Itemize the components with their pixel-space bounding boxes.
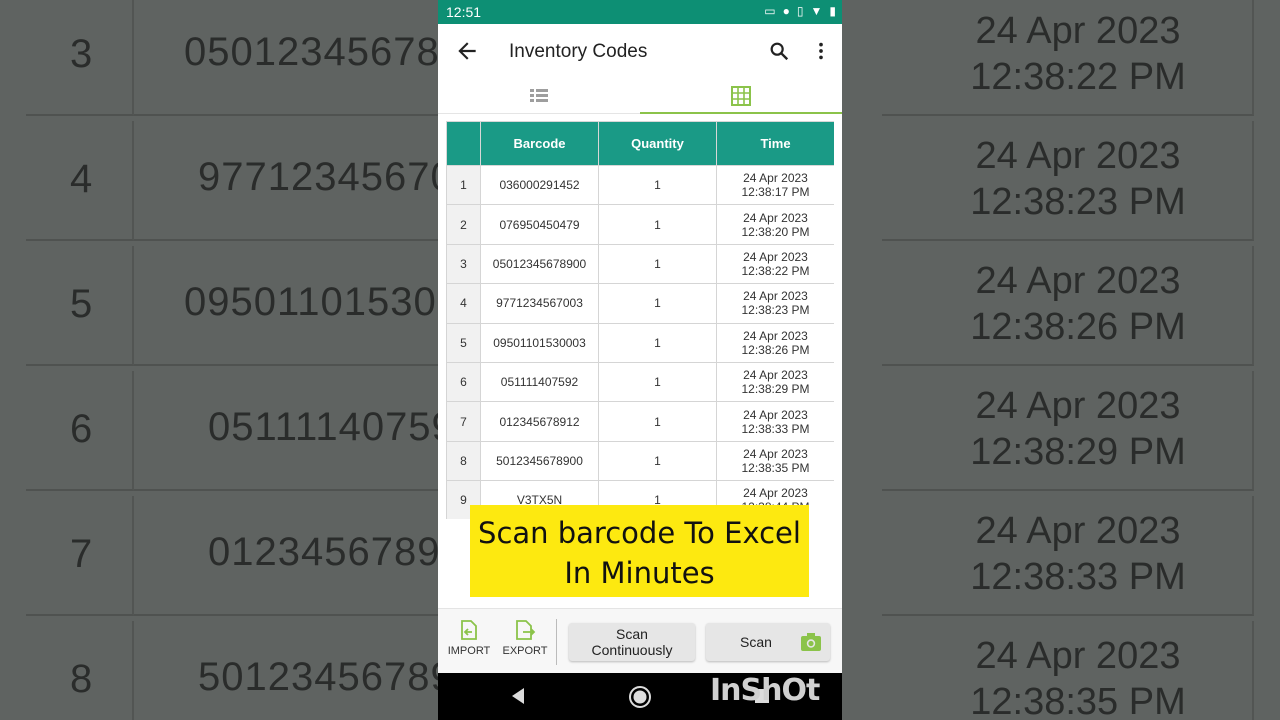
scan-button[interactable]: Scan bbox=[706, 623, 830, 661]
row-time[interactable]: 24 Apr 2023 12:38:26 PM bbox=[716, 322, 834, 363]
import-button[interactable]: IMPORT bbox=[444, 619, 494, 667]
status-icons: ▭ ● ▯ ▼ ▮ bbox=[764, 4, 836, 18]
scan-label: Scan bbox=[740, 634, 772, 650]
bg-time: 24 Apr 2023 12:38:23 PM bbox=[970, 135, 1186, 223]
row-index: 5 bbox=[446, 322, 481, 363]
list-view-icon bbox=[530, 89, 548, 102]
row-time[interactable]: 24 Apr 2023 12:38:23 PM bbox=[716, 283, 834, 324]
more-vert-icon[interactable] bbox=[810, 40, 832, 62]
table-row[interactable]: 7 012345678912 1 24 Apr 2023 12:38:33 PM bbox=[446, 401, 834, 442]
divider bbox=[556, 619, 557, 665]
bg-time: 24 Apr 2023 12:38:33 PM bbox=[970, 510, 1186, 598]
import-label: IMPORT bbox=[447, 645, 491, 657]
view-tabs bbox=[438, 80, 842, 114]
tab-list-view[interactable] bbox=[438, 80, 640, 114]
row-time[interactable]: 24 Apr 2023 12:38:17 PM bbox=[716, 164, 834, 206]
grid-view-icon bbox=[731, 86, 751, 106]
export-label: EXPORT bbox=[502, 645, 548, 657]
bg-num: 3 bbox=[70, 32, 93, 76]
mic-icon: ● bbox=[782, 4, 790, 18]
scan-continuously-button[interactable]: Scan Continuously bbox=[569, 623, 695, 661]
table-row[interactable]: 6 051111407592 1 24 Apr 2023 12:38:29 PM bbox=[446, 361, 834, 403]
row-quantity[interactable]: 1 bbox=[598, 164, 717, 206]
row-barcode[interactable]: 5012345678900 bbox=[480, 440, 599, 482]
row-barcode[interactable]: 012345678912 bbox=[480, 401, 599, 442]
battery-icon: ▮ bbox=[829, 4, 836, 18]
status-bar: 12:51 ▭ ● ▯ ▼ ▮ bbox=[438, 0, 842, 24]
row-time[interactable]: 24 Apr 2023 12:38:33 PM bbox=[716, 401, 834, 442]
header-time[interactable]: Time bbox=[716, 121, 834, 166]
bg-time: 24 Apr 2023 12:38:35 PM bbox=[970, 635, 1186, 720]
row-index: 2 bbox=[446, 204, 481, 245]
row-quantity[interactable]: 1 bbox=[598, 440, 717, 482]
page-title: Inventory Codes bbox=[509, 41, 648, 62]
cast-icon: ▭ bbox=[764, 4, 776, 18]
table-row[interactable]: 4 9771234567003 1 24 Apr 2023 12:38:23 PM bbox=[446, 283, 834, 324]
tab-grid-view[interactable] bbox=[640, 80, 842, 114]
row-index: 6 bbox=[446, 361, 481, 403]
row-barcode[interactable]: 036000291452 bbox=[480, 164, 599, 206]
banner-text: Scan barcode To Excel In Minutes bbox=[478, 516, 801, 590]
bg-barcode: 977123456700 bbox=[198, 155, 477, 199]
row-index: 7 bbox=[446, 401, 481, 442]
bg-time: 24 Apr 2023 12:38:26 PM bbox=[970, 260, 1186, 348]
row-time[interactable]: 24 Apr 2023 12:38:20 PM bbox=[716, 204, 834, 245]
table-row[interactable]: 3 05012345678900 1 24 Apr 2023 12:38:22 P… bbox=[446, 243, 834, 285]
header-barcode[interactable]: Barcode bbox=[480, 121, 599, 166]
bg-time: 24 Apr 2023 12:38:22 PM bbox=[970, 10, 1186, 98]
vibrate-icon: ▯ bbox=[796, 4, 804, 18]
app-bar: Inventory Codes bbox=[438, 24, 842, 80]
row-quantity[interactable]: 1 bbox=[598, 361, 717, 403]
nav-back-icon[interactable] bbox=[510, 687, 526, 705]
system-nav-bar: InShOt bbox=[438, 673, 842, 720]
row-index: 8 bbox=[446, 440, 481, 482]
row-barcode[interactable]: 05012345678900 bbox=[480, 243, 599, 285]
table-row[interactable]: 5 09501101530003 1 24 Apr 2023 12:38:26 P… bbox=[446, 322, 834, 363]
bg-time: 24 Apr 2023 12:38:29 PM bbox=[970, 385, 1186, 473]
row-index: 4 bbox=[446, 283, 481, 324]
row-barcode[interactable]: 051111407592 bbox=[480, 361, 599, 403]
bottom-action-bar: IMPORT EXPORT Scan Continuously Scan bbox=[438, 608, 842, 673]
export-button[interactable]: EXPORT bbox=[500, 619, 550, 667]
bg-num: 7 bbox=[70, 532, 93, 576]
table-header-row: Barcode Quantity Time bbox=[446, 121, 834, 166]
header-quantity[interactable]: Quantity bbox=[598, 121, 717, 166]
export-icon bbox=[516, 620, 536, 640]
row-quantity[interactable]: 1 bbox=[598, 322, 717, 363]
bg-num: 8 bbox=[70, 657, 93, 701]
table-row[interactable]: 8 5012345678900 1 24 Apr 2023 12:38:35 PM bbox=[446, 440, 834, 482]
bg-num: 4 bbox=[70, 157, 93, 201]
row-quantity[interactable]: 1 bbox=[598, 204, 717, 245]
table-row[interactable]: 2 076950450479 1 24 Apr 2023 12:38:20 PM bbox=[446, 204, 834, 245]
back-arrow-icon[interactable] bbox=[454, 38, 480, 64]
bg-num: 5 bbox=[70, 282, 93, 326]
camera-icon bbox=[801, 633, 821, 651]
row-time[interactable]: 24 Apr 2023 12:38:29 PM bbox=[716, 361, 834, 403]
inventory-table: Barcode Quantity Time 1 036000291452 1 2… bbox=[446, 121, 834, 519]
row-quantity[interactable]: 1 bbox=[598, 243, 717, 285]
row-time[interactable]: 24 Apr 2023 12:38:22 PM bbox=[716, 243, 834, 285]
nav-home-icon[interactable] bbox=[628, 685, 652, 709]
status-time: 12:51 bbox=[446, 4, 482, 20]
row-barcode[interactable]: 9771234567003 bbox=[480, 283, 599, 324]
wifi-icon: ▼ bbox=[810, 4, 823, 18]
inshot-watermark: InShOt bbox=[710, 673, 820, 708]
row-index: 3 bbox=[446, 243, 481, 285]
bg-num: 6 bbox=[70, 407, 93, 451]
import-icon bbox=[461, 620, 477, 640]
promo-banner: Scan barcode To Excel In Minutes bbox=[470, 505, 809, 597]
row-time[interactable]: 24 Apr 2023 12:38:35 PM bbox=[716, 440, 834, 482]
row-index: 1 bbox=[446, 164, 481, 206]
row-barcode[interactable]: 09501101530003 bbox=[480, 322, 599, 363]
row-quantity[interactable]: 1 bbox=[598, 283, 717, 324]
search-icon[interactable] bbox=[768, 40, 790, 62]
row-quantity[interactable]: 1 bbox=[598, 401, 717, 442]
table-row[interactable]: 1 036000291452 1 24 Apr 2023 12:38:17 PM bbox=[446, 164, 834, 206]
phone-screen: 12:51 ▭ ● ▯ ▼ ▮ Inventory Codes Barcode … bbox=[438, 0, 842, 720]
header-index bbox=[446, 121, 481, 166]
row-barcode[interactable]: 076950450479 bbox=[480, 204, 599, 245]
